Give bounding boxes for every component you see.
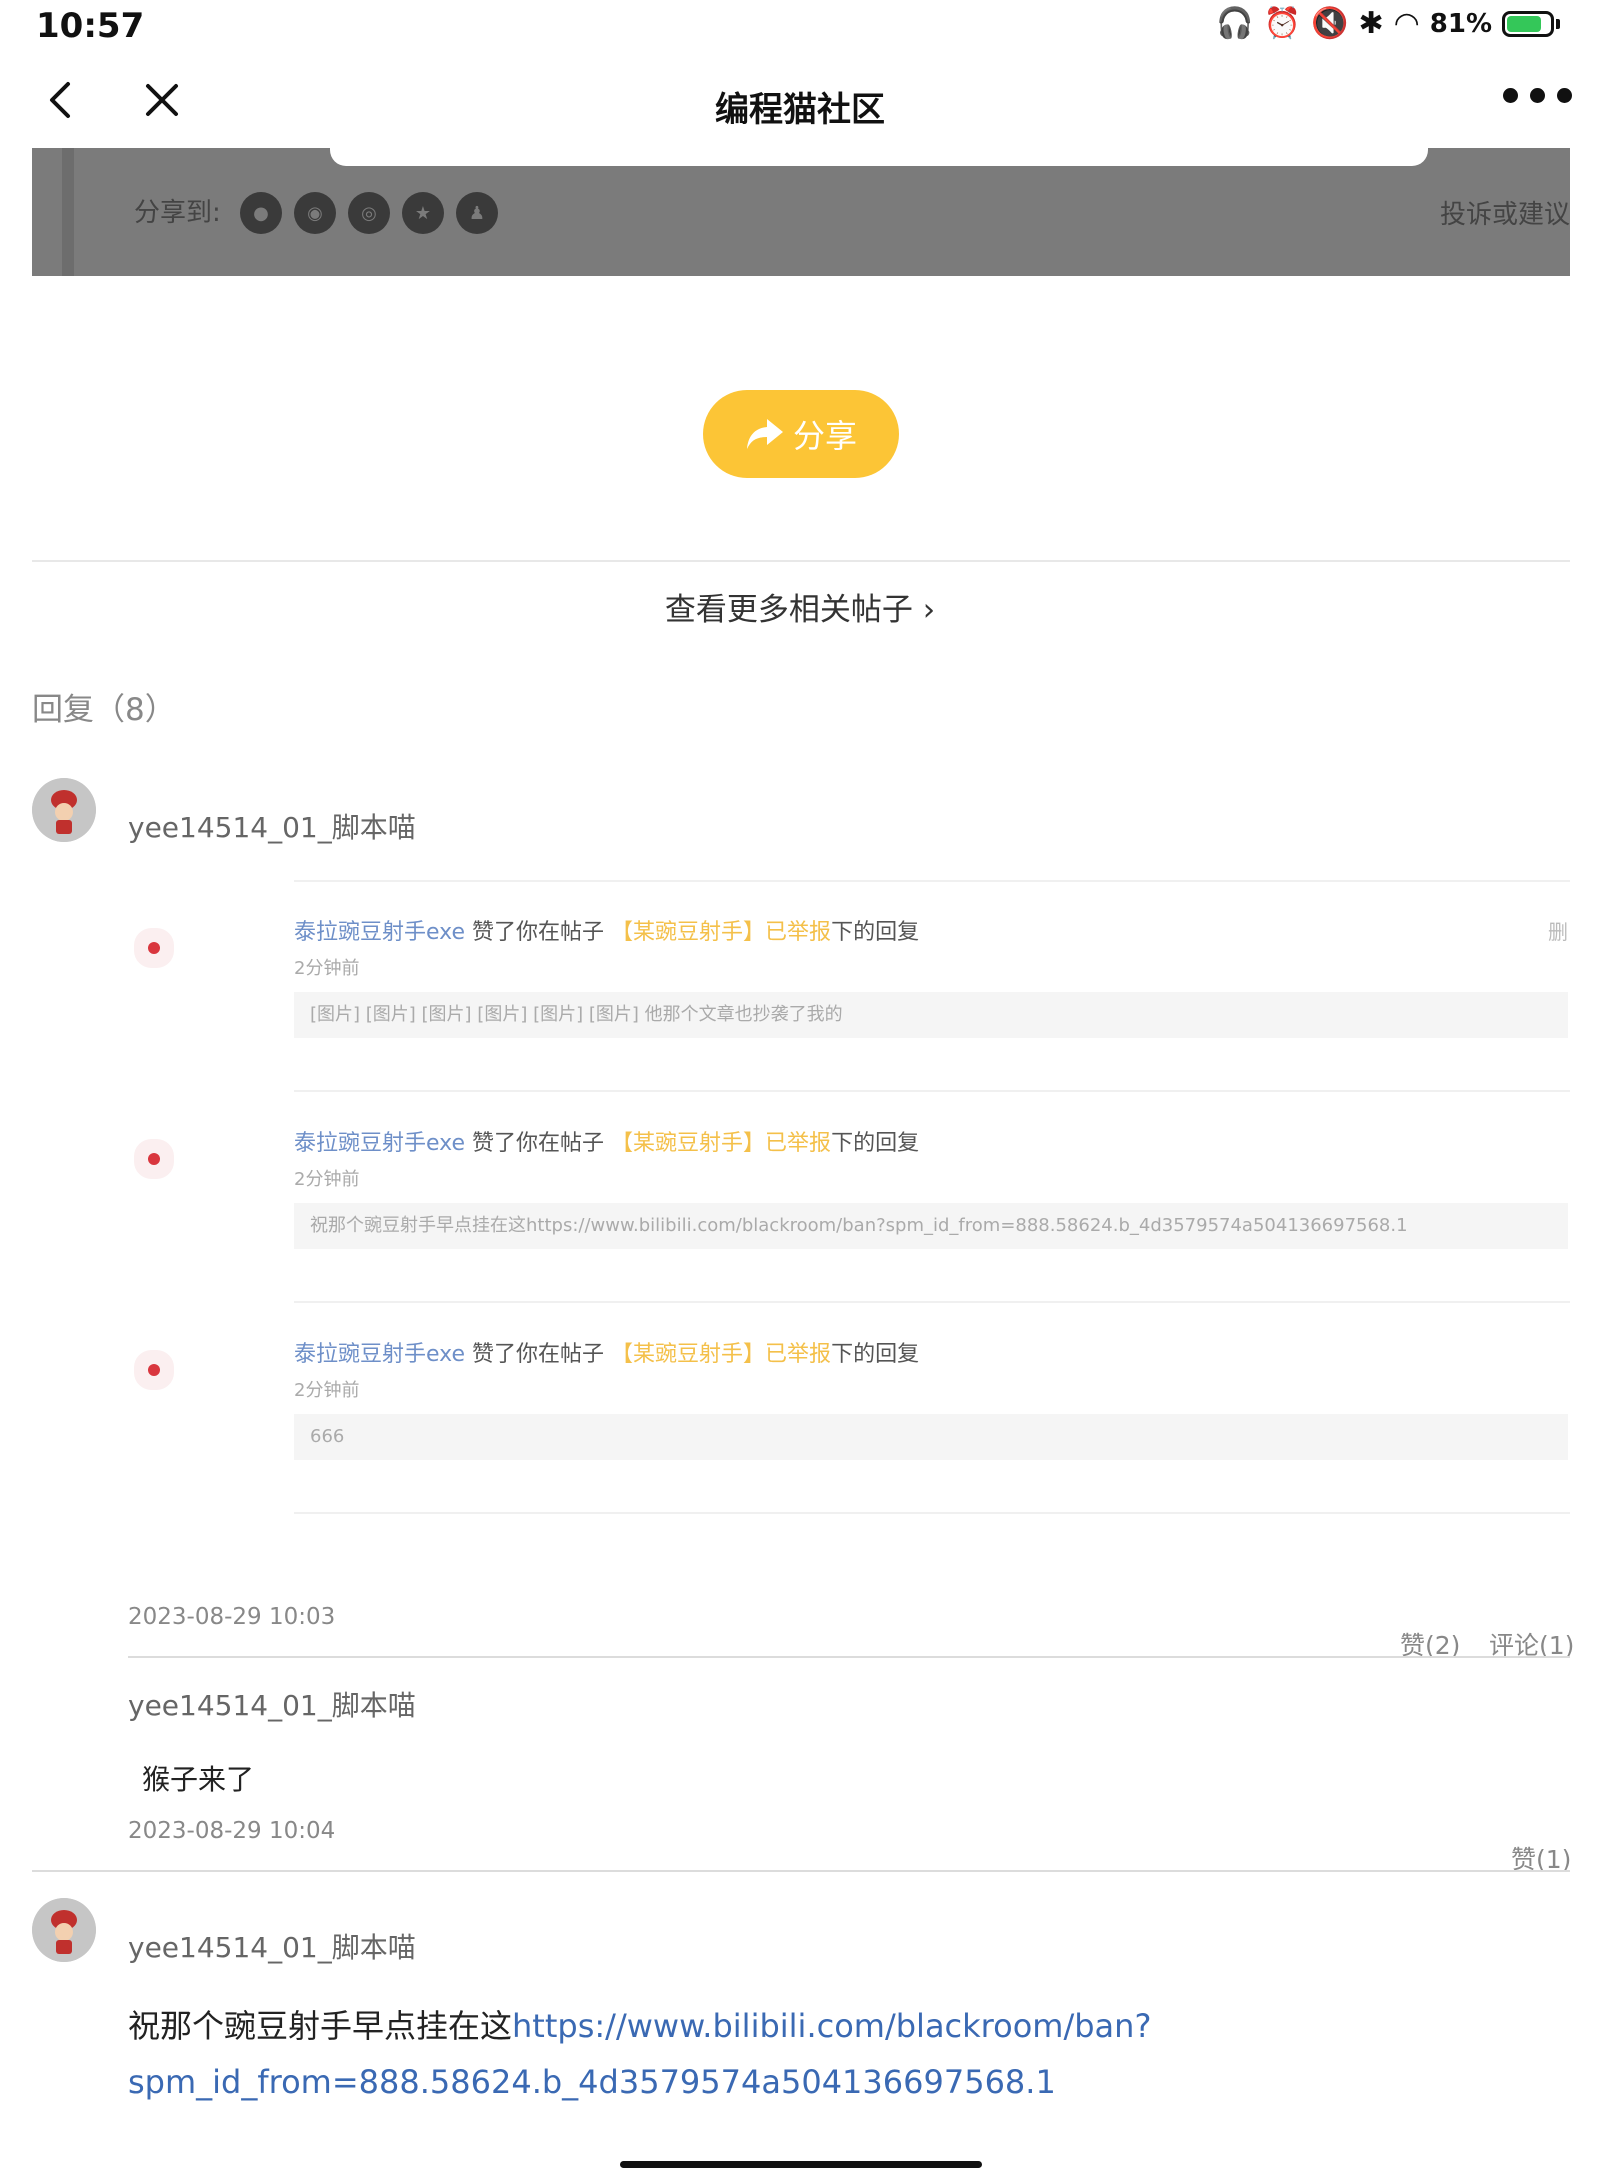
notice-divider (294, 1301, 1570, 1303)
weibo-icon: ◉ (294, 192, 336, 234)
avatar[interactable] (32, 778, 96, 842)
wechat-icon: ◎ (348, 192, 390, 234)
divider (32, 1870, 1570, 1872)
chevron-right-icon: › (922, 592, 936, 628)
battery-icon (1502, 10, 1560, 37)
share-strip-image: 分享到: ● ◉ ◎ ★ ♟ 投诉或建议 (32, 148, 1570, 276)
share-button[interactable]: 分享 (703, 390, 899, 478)
battery-percent: 81% (1429, 8, 1492, 39)
reply-body: 祝那个豌豆射手早点挂在这 (128, 2007, 513, 2045)
more-posts-label: 查看更多相关帖子 (664, 592, 913, 628)
notice-header: 泰拉豌豆射手exe 赞了你在帖子 【某豌豆射手】已举报下的回复 (294, 1342, 920, 1367)
share-icons: ● ◉ ◎ ★ ♟ (240, 192, 498, 234)
bluetooth-icon: ✱ (1358, 6, 1384, 41)
page-title: 编程猫社区 (715, 90, 885, 130)
headset-icon: 🎧 (1216, 6, 1254, 41)
avatar-character-icon (32, 1898, 96, 1962)
unread-dot (148, 1153, 160, 1165)
unread-dot (148, 942, 160, 954)
status-time: 10:57 (36, 6, 145, 46)
notice-time: 2分钟前 (294, 958, 360, 979)
report-link: 投诉或建议 (1439, 200, 1570, 230)
avatar[interactable] (32, 1898, 96, 1962)
notice-item: 泰拉豌豆射手exe 赞了你在帖子 【某豌豆射手】已举报下的回复 2分钟前 祝那个… (128, 1093, 1568, 1301)
alarm-icon: ⏰ (1263, 6, 1302, 41)
avatar-character-icon (32, 778, 96, 842)
sub-reply-timestamp: 2023-08-29 10:04 (128, 1818, 336, 1844)
more-posts-link[interactable]: 查看更多相关帖子 › (0, 584, 1600, 629)
qq-icon: ♟ (456, 192, 498, 234)
reply-timestamp: 2023-08-29 10:03 (128, 1604, 336, 1630)
notice-item: 泰拉豌豆射手exe 赞了你在帖子 【某豌豆射手】已举报下的回复 2分钟前 [图片… (128, 882, 1568, 1090)
share-to-label: 分享到: (134, 198, 221, 228)
notice-time: 2分钟前 (294, 1169, 360, 1190)
share-button-label: 分享 (792, 417, 857, 455)
reply-text: 祝那个豌豆射手早点挂在这https://www.bilibili.com/bla… (128, 1998, 1568, 2110)
cat-icon: ● (240, 192, 282, 234)
reply-link[interactable]: https://www.bilibili.com/blackroom/ban? (512, 2007, 1151, 2045)
star-icon: ★ (402, 192, 444, 234)
notice-content: 666 (294, 1414, 1568, 1460)
mute-icon: 🔇 (1311, 6, 1349, 41)
notice-delete: 删 (1548, 920, 1568, 944)
sub-reply-text: 猴子来了 (142, 1763, 255, 1796)
divider (32, 560, 1570, 562)
notice-header: 泰拉豌豆射手exe 赞了你在帖子 【某豌豆射手】已举报下的回复 (294, 1131, 920, 1156)
notice-divider (294, 1512, 1570, 1514)
notice-content: 祝那个豌豆射手早点挂在这https://www.bilibili.com/bla… (294, 1203, 1568, 1249)
reply-link-continued[interactable]: spm_id_from=888.58624.b_4d3579574a504136… (128, 2063, 1056, 2101)
reply-count: 回复（8） (32, 692, 176, 728)
status-icons: 🎧 ⏰ 🔇 ✱ ◠ 81% (1216, 6, 1560, 41)
wifi-icon: ◠ (1393, 6, 1420, 41)
sub-reply-username[interactable]: yee14514_01_脚本喵 (128, 1684, 416, 1724)
divider (128, 1656, 1570, 1658)
notice-header: 泰拉豌豆射手exe 赞了你在帖子 【某豌豆射手】已举报下的回复 (294, 920, 920, 945)
unread-dot (148, 1364, 160, 1376)
reply-username[interactable]: yee14514_01_脚本喵 (128, 1926, 416, 1966)
notice-divider (294, 1090, 1570, 1092)
reply-username[interactable]: yee14514_01_脚本喵 (128, 806, 416, 846)
share-arrow-icon (746, 419, 783, 449)
more-menu-icon[interactable] (1503, 88, 1572, 103)
notice-time: 2分钟前 (294, 1380, 360, 1401)
home-indicator[interactable] (620, 2161, 982, 2168)
notice-item: 泰拉豌豆射手exe 赞了你在帖子 【某豌豆射手】已举报下的回复 2分钟前 666 (128, 1304, 1568, 1512)
notice-content: [图片] [图片] [图片] [图片] [图片] [图片] 他那个文章也抄袭了我… (294, 992, 1568, 1038)
